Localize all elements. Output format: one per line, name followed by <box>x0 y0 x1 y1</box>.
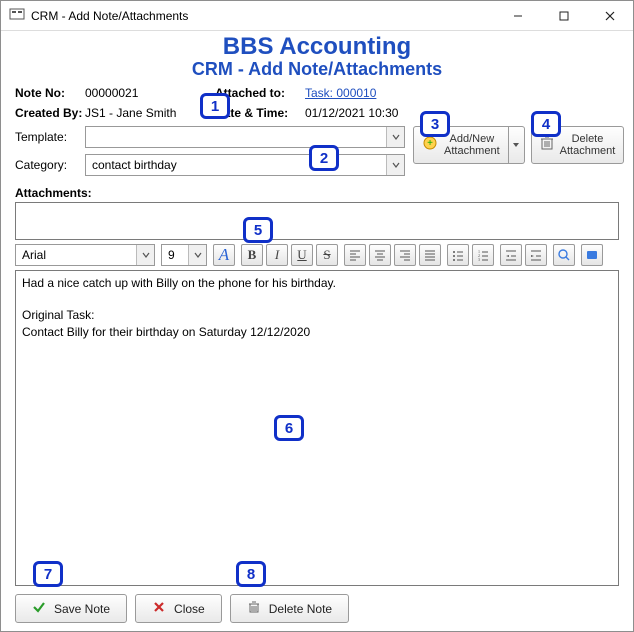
category-select[interactable]: contact birthday <box>85 154 405 176</box>
minimize-button[interactable] <box>495 1 541 30</box>
font-style-icon[interactable]: A <box>213 244 235 266</box>
add-attachment-label: Add/New Attachment <box>444 133 500 157</box>
attachedto-label: Attached to: <box>215 86 305 100</box>
align-group <box>344 244 441 266</box>
category-value: contact birthday <box>92 158 177 172</box>
header-company: BBS Accounting <box>15 33 619 61</box>
close-button[interactable] <box>587 1 633 30</box>
template-label: Template: <box>15 130 85 144</box>
form-row: Template: Category: contact birthday + A… <box>15 126 619 176</box>
number-list-button[interactable]: 123 <box>472 244 494 266</box>
add-attachment-button[interactable]: + Add/New Attachment <box>413 126 509 164</box>
indent-button[interactable] <box>525 244 547 266</box>
trash-icon <box>247 600 261 617</box>
main-area: BBS Accounting CRM - Add Note/Attachment… <box>1 31 633 631</box>
fontsize-select[interactable]: 9 <box>161 244 207 266</box>
save-note-button[interactable]: Save Note <box>15 594 127 623</box>
editor-toolbar: Arial 9 A B I U S 123 <box>15 244 619 266</box>
title-bar-left: CRM - Add Note/Attachments <box>9 6 188 25</box>
trash-icon <box>540 135 554 154</box>
close-label: Close <box>174 602 205 616</box>
close-form-button[interactable]: Close <box>135 594 222 623</box>
datetime-label: Date & Time: <box>215 106 305 120</box>
save-label: Save Note <box>54 602 110 616</box>
bold-button[interactable]: B <box>241 244 263 266</box>
check-icon <box>32 600 46 617</box>
bullet-list-button[interactable] <box>447 244 469 266</box>
align-center-button[interactable] <box>369 244 391 266</box>
maximize-button[interactable] <box>541 1 587 30</box>
align-justify-button[interactable] <box>419 244 441 266</box>
attachment-actions: + Add/New Attachment Delete Attachment <box>413 126 624 164</box>
italic-button[interactable]: I <box>266 244 288 266</box>
font-select[interactable]: Arial <box>15 244 155 266</box>
underline-button[interactable]: U <box>291 244 313 266</box>
align-right-button[interactable] <box>394 244 416 266</box>
chevron-down-icon <box>188 245 206 265</box>
attachedto-link[interactable]: Task: 000010 <box>305 86 485 100</box>
attachments-label: Attachments: <box>15 186 619 200</box>
add-attachment-dropdown[interactable] <box>509 126 525 164</box>
chevron-down-icon <box>386 155 404 175</box>
window-controls <box>495 1 633 30</box>
delete-label: Delete Note <box>269 602 332 616</box>
attachment-add-icon: + <box>422 135 438 154</box>
app-icon <box>9 6 25 25</box>
template-select[interactable] <box>85 126 405 148</box>
format-group: B I U S <box>241 244 338 266</box>
noteno-value: 00000021 <box>85 86 215 100</box>
meta-grid: Note No: 00000021 Attached to: Task: 000… <box>15 86 619 120</box>
footer-buttons: Save Note Close Delete Note <box>15 594 619 623</box>
note-editor[interactable]: Had a nice catch up with Billy on the ph… <box>15 270 619 586</box>
x-icon <box>152 600 166 617</box>
fullscreen-button[interactable] <box>581 244 603 266</box>
window-title: CRM - Add Note/Attachments <box>31 9 188 23</box>
attachments-box[interactable] <box>15 202 619 240</box>
window: CRM - Add Note/Attachments BBS Accountin… <box>0 0 634 632</box>
createdby-value: JS1 - Jane Smith <box>85 106 215 120</box>
zoom-button[interactable] <box>553 244 575 266</box>
title-bar: CRM - Add Note/Attachments <box>1 1 633 31</box>
add-attachment-split: + Add/New Attachment <box>413 126 525 164</box>
chevron-down-icon <box>136 245 154 265</box>
delete-attachment-label: Delete Attachment <box>560 133 616 157</box>
svg-text:3: 3 <box>478 257 480 262</box>
createdby-label: Created By: <box>15 106 85 120</box>
header-subtitle: CRM - Add Note/Attachments <box>15 59 619 80</box>
list-group: 123 <box>447 244 494 266</box>
delete-note-button[interactable]: Delete Note <box>230 594 349 623</box>
font-value: Arial <box>22 248 46 262</box>
noteno-label: Note No: <box>15 86 85 100</box>
datetime-value: 01/12/2021 10:30 <box>305 106 485 120</box>
fontsize-value: 9 <box>168 248 175 262</box>
form-column: Template: Category: contact birthday <box>15 126 405 176</box>
delete-attachment-button[interactable]: Delete Attachment <box>531 126 625 164</box>
outdent-button[interactable] <box>500 244 522 266</box>
indent-group <box>500 244 547 266</box>
chevron-down-icon <box>386 127 404 147</box>
align-left-button[interactable] <box>344 244 366 266</box>
category-label: Category: <box>15 158 85 172</box>
strike-button[interactable]: S <box>316 244 338 266</box>
svg-text:+: + <box>427 138 433 149</box>
